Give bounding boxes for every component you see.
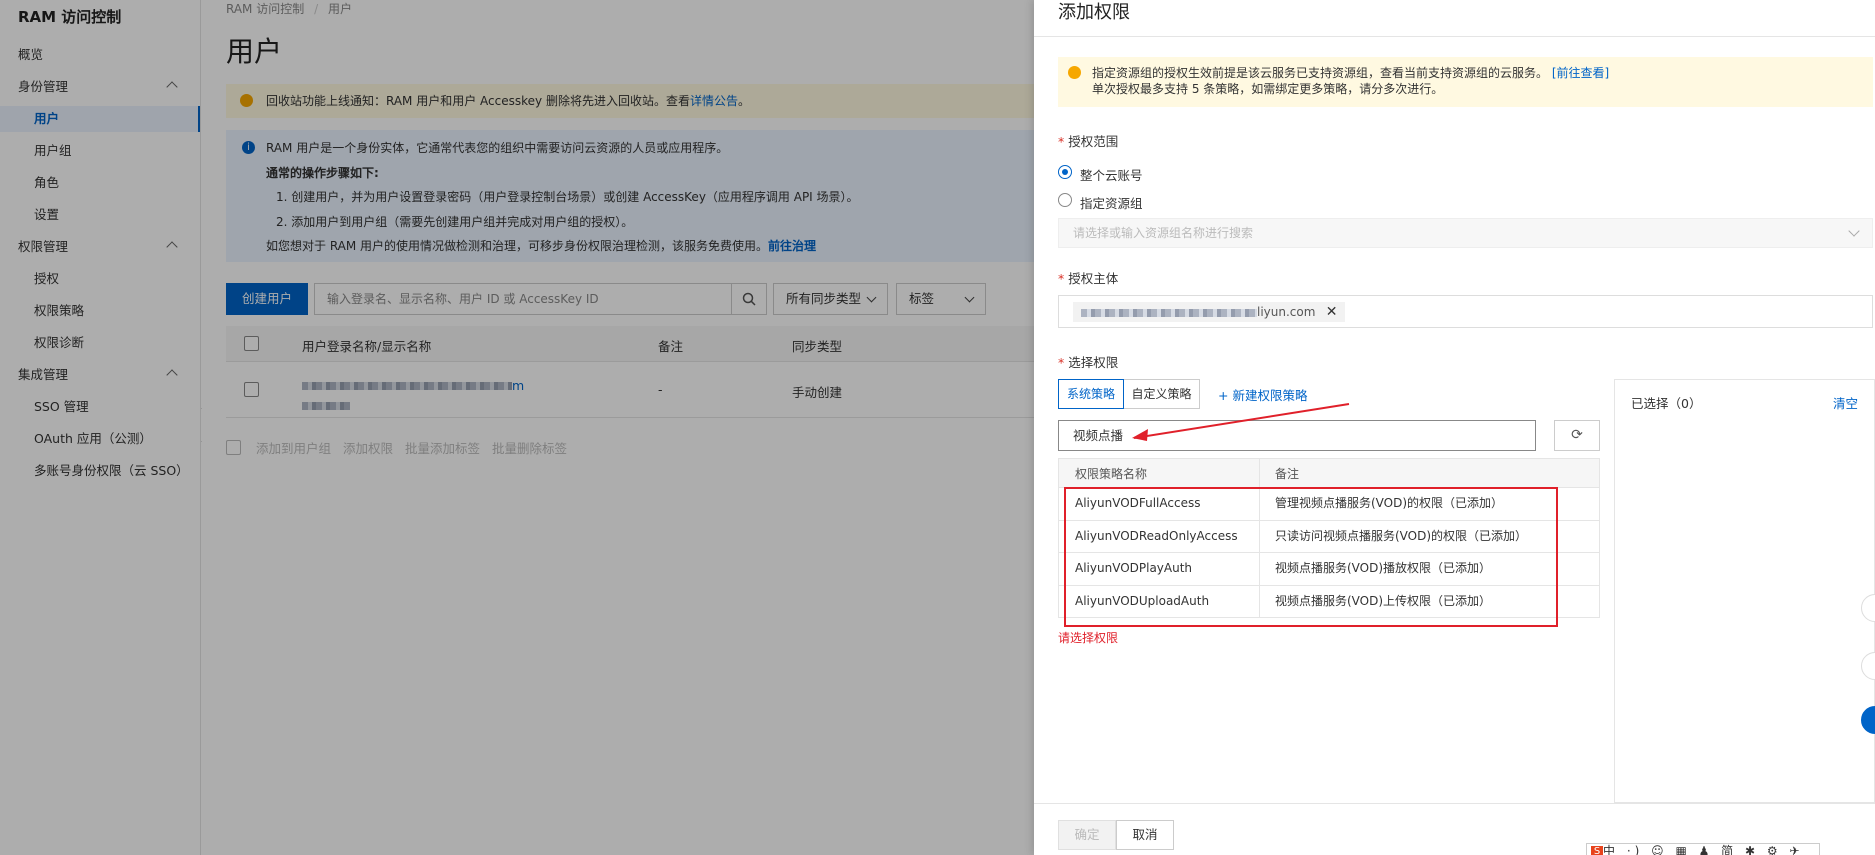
ime-toolbar[interactable]: S中 ·) ☺ ▦ ♟ 简 ✱ ⚙ ✈ (1586, 843, 1820, 855)
ime-logo-icon: S (1591, 845, 1603, 855)
modal-overlay[interactable] (0, 0, 1034, 855)
clear-button[interactable]: 清空 (1833, 393, 1858, 412)
footer-divider (1034, 803, 1875, 804)
selected-policies-panel: 已选择（0） 清空 (1614, 379, 1875, 803)
selected-count: 已选择（0） (1631, 396, 1702, 411)
cancel-button[interactable]: 取消 (1116, 820, 1174, 850)
policy-error-text: 请选择权限 (1058, 631, 1119, 645)
add-permission-drawer: 添加权限 指定资源组的授权生效前提是该云服务已支持资源组，查看当前支持资源组的云… (1034, 0, 1875, 855)
column-header: 备注 (1275, 467, 1300, 481)
confirm-button[interactable]: 确定 (1058, 820, 1116, 850)
annotation-highlight-box (1064, 487, 1558, 627)
column-separator (1259, 459, 1260, 487)
tab-system-policy[interactable]: 系统策略 (1058, 379, 1124, 409)
column-header: 权限策略名称 (1075, 467, 1148, 481)
ime-toolbar-text: 中 ·) ☺ ▦ ♟ 简 ✱ ⚙ ✈ (1603, 844, 1804, 855)
policy-table-header: 权限策略名称 备注 (1058, 458, 1600, 488)
